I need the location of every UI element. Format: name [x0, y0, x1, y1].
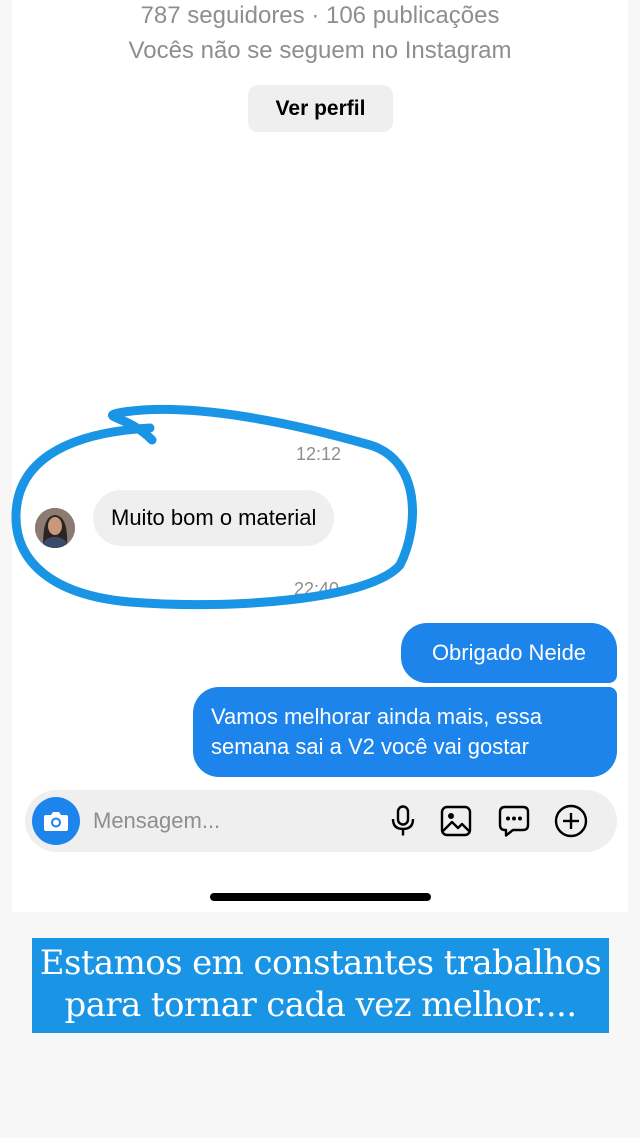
- gallery-button[interactable]: [439, 804, 473, 838]
- home-indicator: [210, 893, 431, 901]
- message-timestamp: 22:40: [294, 579, 340, 599]
- message-timestamp: 12:12: [296, 444, 342, 464]
- camera-icon: [44, 812, 68, 831]
- avatar-image: [35, 508, 75, 548]
- avatar[interactable]: [35, 508, 75, 548]
- sticker-icon: [498, 805, 530, 837]
- sticker-button[interactable]: [497, 804, 531, 838]
- message-input[interactable]: [93, 803, 373, 839]
- microphone-icon: [391, 805, 415, 836]
- follow-status: Vocês não se seguem no Instagram: [128, 37, 512, 64]
- view-profile-button[interactable]: Ver perfil: [248, 85, 393, 132]
- caption-line: para tornar cada vez melhor....: [64, 985, 578, 1025]
- received-message-bubble[interactable]: Muito bom o material: [93, 490, 335, 546]
- gallery-icon: [440, 805, 472, 837]
- message-composer: [25, 790, 617, 852]
- plus-icon: [554, 804, 588, 838]
- add-button[interactable]: [554, 804, 588, 838]
- camera-button[interactable]: [32, 797, 80, 845]
- microphone-button[interactable]: [386, 804, 420, 838]
- sent-message-bubble[interactable]: Vamos melhorar ainda mais, essa semana s…: [193, 687, 617, 777]
- profile-stats: 787 seguidores · 106 publicações: [140, 2, 500, 29]
- sent-message-bubble[interactable]: Obrigado Neide: [401, 623, 617, 683]
- caption-line: Estamos em constantes trabalhos: [39, 943, 602, 983]
- caption-banner: Estamos em constantes trabalhos para tor…: [32, 938, 609, 1033]
